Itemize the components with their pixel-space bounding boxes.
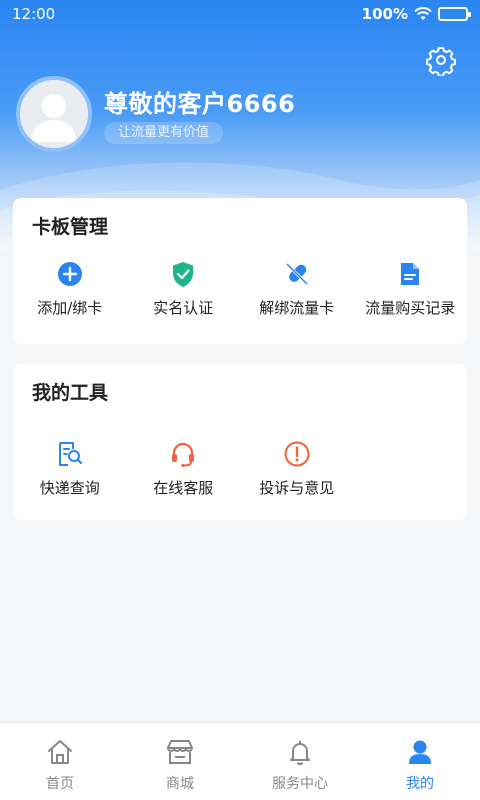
nav-mine-label: 我的 [406, 776, 434, 792]
nav-store[interactable]: 商城 [120, 723, 240, 800]
nav-service-center-label: 服务中心 [272, 776, 328, 792]
status-right: 100% [361, 5, 471, 23]
my-tools-panel: 我的工具 快递查询 在线客服 投诉与意见 [13, 364, 467, 520]
wifi-icon [414, 7, 432, 20]
store-icon [165, 737, 195, 767]
status-bar: 12:00 100% [0, 0, 480, 28]
express-search-label: 快递查询 [39, 479, 100, 497]
unbind-card-button[interactable]: 解绑流量卡 [240, 260, 354, 318]
unbind-card-label: 解绑流量卡 [259, 299, 335, 317]
battery-percent: 100% [361, 5, 408, 23]
user-avatar[interactable] [16, 76, 92, 152]
add-circle-icon [56, 260, 84, 288]
nav-mine[interactable]: 我的 [360, 723, 480, 800]
real-name-auth-label: 实名认证 [153, 299, 214, 317]
online-service-button[interactable]: 在线客服 [127, 440, 241, 498]
home-icon [45, 737, 75, 767]
nav-home[interactable]: 首页 [0, 723, 120, 800]
card-management-panel: 卡板管理 添加/绑卡 实名认证 解绑流量卡 流量购买记录 [13, 198, 467, 344]
online-service-label: 在线客服 [153, 479, 214, 497]
my-tools-grid: 快递查询 在线客服 投诉与意见 [13, 440, 467, 498]
unbind-icon [283, 260, 311, 288]
document-icon [396, 260, 424, 288]
express-search-icon [56, 440, 84, 468]
card-management-grid: 添加/绑卡 实名认证 解绑流量卡 流量购买记录 [13, 260, 467, 318]
add-bind-card-label: 添加/绑卡 [37, 299, 103, 317]
user-slogan: 让流量更有价值 [104, 122, 224, 144]
shield-check-icon [169, 260, 197, 288]
avatar-placeholder-icon [20, 80, 88, 148]
battery-icon [438, 7, 471, 21]
user-name: 尊敬的客户6666 [104, 90, 296, 118]
exclamation-circle-icon [283, 440, 311, 468]
card-management-title: 卡板管理 [32, 216, 109, 238]
headset-icon [169, 440, 197, 468]
nav-home-label: 首页 [46, 776, 74, 792]
my-tools-title: 我的工具 [32, 382, 109, 404]
status-time: 12:00 [12, 5, 56, 23]
express-search-button[interactable]: 快递查询 [13, 440, 127, 498]
purchase-records-label: 流量购买记录 [365, 299, 456, 317]
purchase-records-button[interactable]: 流量购买记录 [354, 260, 468, 318]
bottom-navigation: 首页 商城 服务中心 我的 [0, 722, 480, 800]
complaint-feedback-label: 投诉与意见 [259, 479, 335, 497]
real-name-auth-button[interactable]: 实名认证 [127, 260, 241, 318]
bell-icon [285, 737, 315, 767]
complaint-feedback-button[interactable]: 投诉与意见 [240, 440, 354, 498]
settings-gear-icon[interactable] [425, 44, 457, 76]
nav-service-center[interactable]: 服务中心 [240, 723, 360, 800]
add-bind-card-button[interactable]: 添加/绑卡 [13, 260, 127, 318]
nav-store-label: 商城 [166, 776, 194, 792]
user-icon [405, 737, 435, 767]
